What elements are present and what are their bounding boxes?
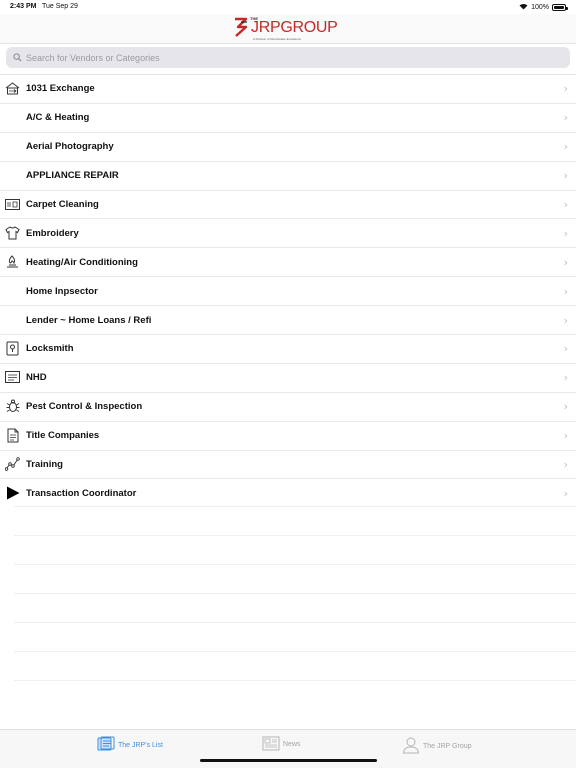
list-item-transaction-coordinator[interactable]: Transaction Coordinator › <box>0 478 576 507</box>
list-item-heating-air-conditioning[interactable]: Heating/Air Conditioning › <box>0 247 576 276</box>
divider <box>14 506 576 535</box>
list-icon <box>97 736 115 754</box>
search-icon <box>13 53 22 62</box>
list-item-label: APPLIANCE REPAIR <box>26 170 119 182</box>
list-item-home-inspector[interactable]: Home Inpsector › <box>0 276 576 305</box>
list-item-lender[interactable]: Lender ~ Home Loans / Refi › <box>0 305 576 334</box>
list-item-ac-heating[interactable]: A/C & Heating › <box>0 102 576 132</box>
list-item-label: Embroidery <box>26 227 79 239</box>
document-icon <box>5 370 20 385</box>
home-indicator[interactable] <box>200 759 377 762</box>
chevron-right-icon: › <box>563 198 568 211</box>
divider <box>14 622 576 651</box>
divider <box>14 651 576 680</box>
logo-tagline: A Division of Real Estate Excellence <box>253 37 302 41</box>
list-item-label: NHD <box>26 372 47 384</box>
jrp-group-logo: THE JRPGROUP A Division of Real Estate E… <box>233 16 338 42</box>
bug-icon <box>5 399 20 414</box>
list-item-training[interactable]: Training › <box>0 449 576 479</box>
status-date: Tue Sep 29 <box>42 3 78 10</box>
play-icon <box>5 485 20 500</box>
tab-label: News <box>283 741 301 748</box>
list-item-label: Title Companies <box>26 430 100 442</box>
list-item-carpet-cleaning[interactable]: Carpet Cleaning › <box>0 189 576 219</box>
logo-the: THE <box>250 16 258 21</box>
status-indicators: 100% <box>519 3 568 12</box>
list-item-title-companies[interactable]: Title Companies › <box>0 420 576 450</box>
divider <box>14 680 576 709</box>
battery-icon <box>552 4 568 11</box>
list-item-label: Pest Control & Inspection <box>26 401 143 413</box>
chevron-right-icon: › <box>563 169 568 183</box>
tab-label: The JRP's List <box>118 741 163 749</box>
logo-mark-icon <box>233 16 249 38</box>
category-list: 1031 Exchange › A/C & Heating › Aerial P… <box>0 74 576 507</box>
list-item-label: Locksmith <box>26 343 74 355</box>
chevron-right-icon: › <box>563 255 568 269</box>
list-item-label: Aerial Photography <box>26 141 114 153</box>
divider <box>14 535 576 564</box>
carpet-icon <box>5 197 20 212</box>
chevron-right-icon: › <box>563 284 568 298</box>
list-item-label: Home Inpsector <box>26 285 98 297</box>
search-bar[interactable] <box>6 47 570 68</box>
list-item-label: 1031 Exchange <box>26 83 95 95</box>
tab-bar: The JRP's List News The JRP Group <box>0 729 576 768</box>
empty-table-area <box>14 506 576 709</box>
chevron-right-icon: › <box>563 429 568 443</box>
list-item-label: Training <box>26 459 63 471</box>
app-header: THE JRPGROUP A Division of Real Estate E… <box>0 14 576 44</box>
list-item-label: Carpet Cleaning <box>26 199 99 210</box>
list-item-label: Heating/Air Conditioning <box>26 256 138 268</box>
search-input[interactable] <box>26 52 546 63</box>
chevron-right-icon: › <box>563 458 568 472</box>
logo-text: JRPGROUP <box>251 19 338 36</box>
tab-jrps-list[interactable]: The JRP's List <box>97 736 163 754</box>
divider <box>14 564 576 593</box>
list-item-appliance-repair[interactable]: APPLIANCE REPAIR › <box>0 160 576 190</box>
flame-icon <box>5 254 20 269</box>
tab-label: The JRP Group <box>423 742 472 750</box>
status-bar: 2:43 PM Tue Sep 29 100% <box>0 0 576 14</box>
chevron-right-icon: › <box>563 371 568 385</box>
list-item-nhd[interactable]: NHD › <box>0 362 576 392</box>
chevron-right-icon: › <box>563 400 568 414</box>
chart-line-icon <box>5 457 20 472</box>
person-icon <box>402 736 420 756</box>
divider <box>14 593 576 622</box>
list-item-locksmith[interactable]: Locksmith › <box>0 334 576 363</box>
shirt-icon <box>5 225 20 240</box>
chevron-right-icon: › <box>563 111 568 125</box>
title-doc-icon <box>5 428 20 443</box>
chevron-right-icon: › <box>563 140 568 154</box>
list-item-label: A/C & Heating <box>26 112 90 124</box>
list-item-embroidery[interactable]: Embroidery › <box>0 218 576 247</box>
lock-icon <box>5 341 20 356</box>
tab-news[interactable]: News <box>262 736 301 753</box>
exchange-icon <box>5 81 20 96</box>
list-item-label: Lender ~ Home Loans / Refi <box>26 314 152 326</box>
chevron-right-icon: › <box>563 313 568 327</box>
chevron-right-icon: › <box>563 82 568 96</box>
battery-percent: 100% <box>531 4 549 11</box>
status-time: 2:43 PM <box>10 3 37 10</box>
chevron-right-icon: › <box>563 226 568 240</box>
tab-jrp-group[interactable]: The JRP Group <box>402 736 472 756</box>
list-item-aerial-photography[interactable]: Aerial Photography › <box>0 131 576 161</box>
list-item-label: Transaction Coordinator <box>26 487 137 499</box>
news-icon <box>262 736 280 753</box>
chevron-right-icon: › <box>563 342 568 356</box>
list-item-pest-control[interactable]: Pest Control & Inspection › <box>0 391 576 421</box>
wifi-icon <box>519 3 528 12</box>
chevron-right-icon: › <box>563 486 568 500</box>
list-item-1031-exchange[interactable]: 1031 Exchange › <box>0 74 576 103</box>
